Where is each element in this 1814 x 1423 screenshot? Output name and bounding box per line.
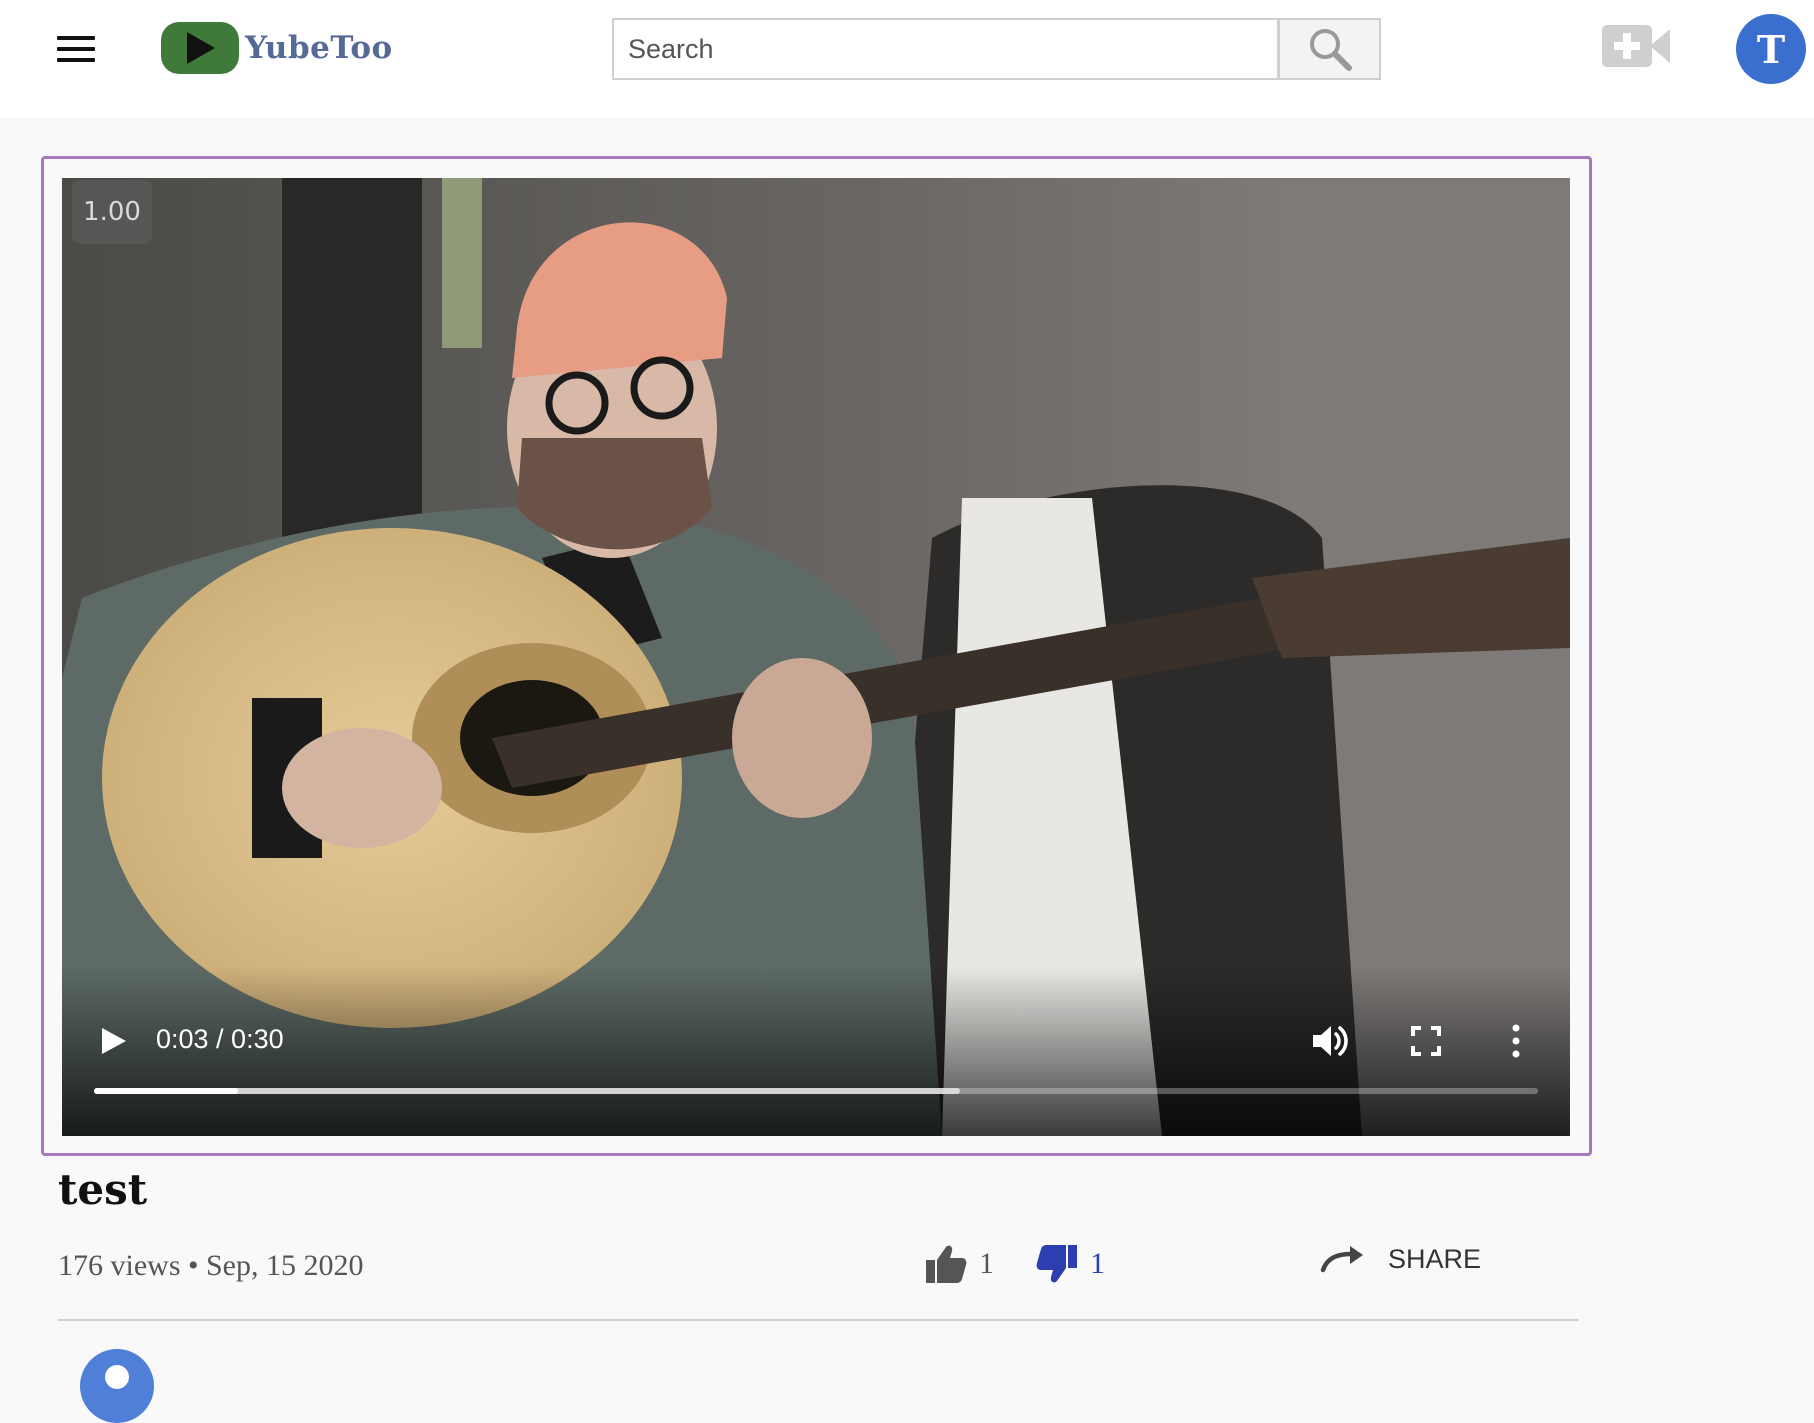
play-logo-icon [161,22,239,74]
share-button[interactable]: SHARE [1320,1244,1481,1275]
divider [58,1319,1579,1321]
play-button[interactable] [100,1026,128,1056]
dislike-count: 1 [1090,1247,1105,1280]
channel-name[interactable] [254,1360,276,1378]
menu-icon[interactable] [57,36,95,62]
logo[interactable]: YubeToo [161,22,393,74]
top-bar: YubeToo T [0,0,1814,117]
progress-bar[interactable] [94,1088,1538,1094]
logo-text: YubeToo [245,30,393,66]
playback-speed-badge[interactable]: 1.00 [72,180,152,244]
share-label: SHARE [1388,1244,1482,1274]
channel-avatar[interactable] [80,1349,154,1423]
share-icon [1320,1245,1363,1272]
thumbs-down-icon [1036,1245,1077,1283]
like-button[interactable]: 1 [925,1244,994,1284]
volume-button[interactable] [1311,1022,1351,1060]
search-icon [1309,29,1352,71]
volume-icon [1313,1026,1348,1056]
thumbs-up-icon [926,1245,967,1283]
dislike-button[interactable]: 1 [1036,1244,1105,1284]
more-options-button[interactable] [1508,1022,1524,1060]
more-vertical-icon [1512,1024,1520,1058]
video-meta: 176 views • Sep, 15 2020 [58,1249,364,1282]
user-icon [105,1365,129,1389]
play-icon [102,1028,126,1054]
search-button[interactable] [1278,18,1381,80]
video-title: test [58,1165,148,1214]
like-count: 1 [979,1247,994,1280]
user-avatar[interactable]: T [1736,14,1806,84]
time-display: 0:03 / 0:30 [156,1024,284,1054]
video-player[interactable]: 1.00 0:03 / 0:30 [62,178,1570,1136]
fullscreen-icon [1411,1026,1441,1056]
fullscreen-button[interactable] [1411,1026,1441,1056]
progress-played [94,1088,239,1094]
search-input[interactable] [612,18,1279,80]
upload-video-icon[interactable] [1602,21,1672,71]
